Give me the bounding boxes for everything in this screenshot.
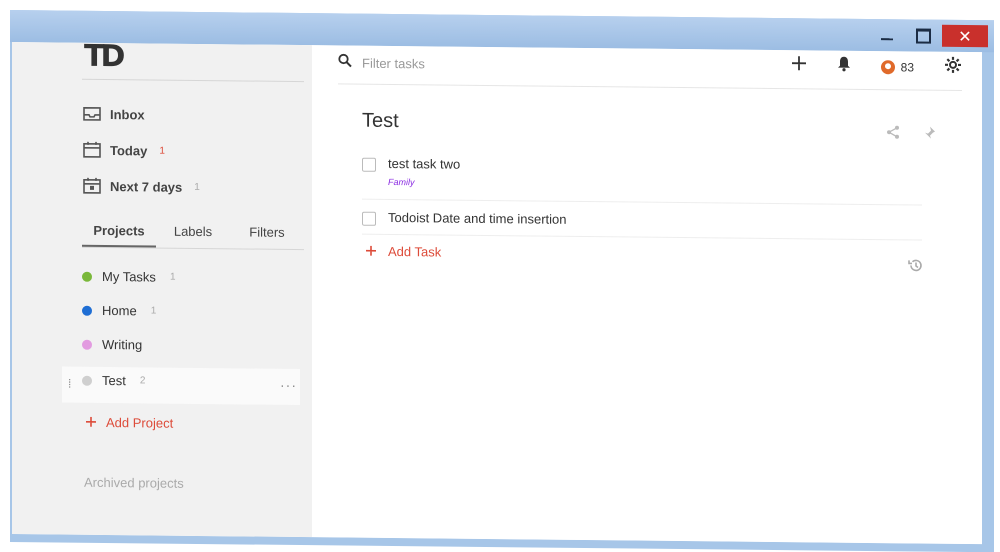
sidebar-item-inbox[interactable]: Inbox — [82, 105, 145, 124]
project-item-my-tasks[interactable]: My Tasks 1 — [82, 269, 176, 285]
sidebar-item-next-7-days[interactable]: Next 7 days 1 — [82, 177, 200, 196]
plus-icon — [366, 244, 376, 259]
task-checkbox[interactable] — [362, 212, 376, 226]
tab-labels[interactable]: Labels — [156, 224, 230, 249]
app-window: ✕ TD Inbox Today 1 — [10, 10, 994, 552]
pin-icon[interactable] — [922, 126, 936, 145]
today-count: 1 — [159, 145, 165, 156]
more-options-icon[interactable]: ··· — [280, 377, 297, 393]
project-color-dot — [82, 339, 92, 349]
karma-score: 83 — [901, 60, 914, 74]
window-controls: ✕ — [870, 24, 988, 47]
karma-indicator[interactable]: 83 — [881, 60, 914, 74]
maximize-icon — [916, 28, 931, 43]
gear-icon — [944, 56, 962, 74]
task-content: test task two Family — [388, 156, 460, 188]
add-task-label: Add Task — [388, 244, 441, 260]
sidebar-tabs: Projects Labels Filters — [82, 223, 304, 250]
project-count: 2 — [140, 375, 146, 386]
next-7-days-count: 1 — [194, 181, 200, 192]
plus-icon — [86, 415, 96, 430]
tab-filters[interactable]: Filters — [230, 224, 304, 249]
quick-add-button[interactable] — [791, 55, 807, 76]
share-icon[interactable] — [886, 125, 900, 144]
task-checkbox[interactable] — [362, 158, 376, 172]
sidebar-item-today[interactable]: Today 1 — [82, 141, 165, 160]
task-content: Todoist Date and time insertion — [388, 210, 566, 227]
todoist-logo: TD — [84, 42, 121, 74]
project-item-test[interactable]: Test 2 — [82, 373, 145, 389]
calendar-week-icon — [82, 177, 102, 195]
add-task-button[interactable]: Add Task — [366, 244, 441, 260]
project-item-writing[interactable]: Writing — [82, 337, 142, 353]
add-project-label: Add Project — [106, 415, 173, 431]
inbox-icon — [82, 105, 102, 123]
task-item: Todoist Date and time insertion — [362, 210, 566, 228]
add-project-button[interactable]: Add Project — [86, 415, 173, 431]
task-divider — [362, 234, 922, 241]
task-name[interactable]: Todoist Date and time insertion — [388, 210, 566, 227]
drag-handle-icon[interactable]: ⁞ — [68, 377, 71, 391]
close-button[interactable]: ✕ — [942, 25, 988, 47]
project-name: Home — [102, 303, 137, 318]
top-bar-actions: 83 — [791, 54, 962, 79]
project-color-dot — [82, 305, 92, 315]
project-color-dot — [82, 375, 92, 385]
sidebar-item-label: Next 7 days — [110, 179, 182, 195]
plus-icon — [791, 55, 807, 71]
history-icon[interactable] — [908, 257, 924, 278]
project-name: Test — [102, 373, 126, 388]
tab-projects[interactable]: Projects — [82, 223, 156, 248]
minimize-button[interactable] — [870, 24, 904, 46]
project-color-dot — [82, 271, 92, 281]
archived-projects-link[interactable]: Archived projects — [84, 475, 184, 491]
task-label[interactable]: Family — [388, 177, 460, 188]
close-icon: ✕ — [958, 26, 971, 45]
search-bar — [338, 53, 624, 75]
top-bar: 83 — [338, 45, 962, 91]
search-input[interactable] — [360, 55, 624, 75]
task-item: test task two Family — [362, 156, 460, 188]
project-item-home[interactable]: Home 1 — [82, 303, 156, 319]
sidebar-item-label: Inbox — [110, 107, 145, 122]
project-count: 1 — [170, 272, 176, 283]
minimize-icon — [881, 38, 893, 40]
logo-divider — [82, 79, 304, 82]
page-title: Test — [362, 110, 399, 133]
app-body: TD Inbox Today 1 Next 7 days — [12, 42, 982, 544]
task-name[interactable]: test task two — [388, 156, 460, 172]
bell-icon — [837, 56, 851, 72]
sidebar-item-label: Today — [110, 143, 147, 158]
project-actions — [886, 125, 936, 145]
project-count: 1 — [151, 305, 157, 316]
sidebar: TD Inbox Today 1 Next 7 days — [12, 42, 312, 537]
project-name: Writing — [102, 337, 142, 352]
settings-button[interactable] — [944, 56, 962, 79]
karma-icon — [881, 60, 895, 74]
task-divider — [362, 199, 922, 206]
project-name: My Tasks — [102, 269, 156, 285]
maximize-button[interactable] — [906, 24, 940, 46]
notifications-button[interactable] — [837, 56, 851, 77]
main-panel: 83 Test test task two — [312, 45, 982, 544]
calendar-icon — [82, 141, 102, 159]
search-icon — [338, 53, 352, 72]
